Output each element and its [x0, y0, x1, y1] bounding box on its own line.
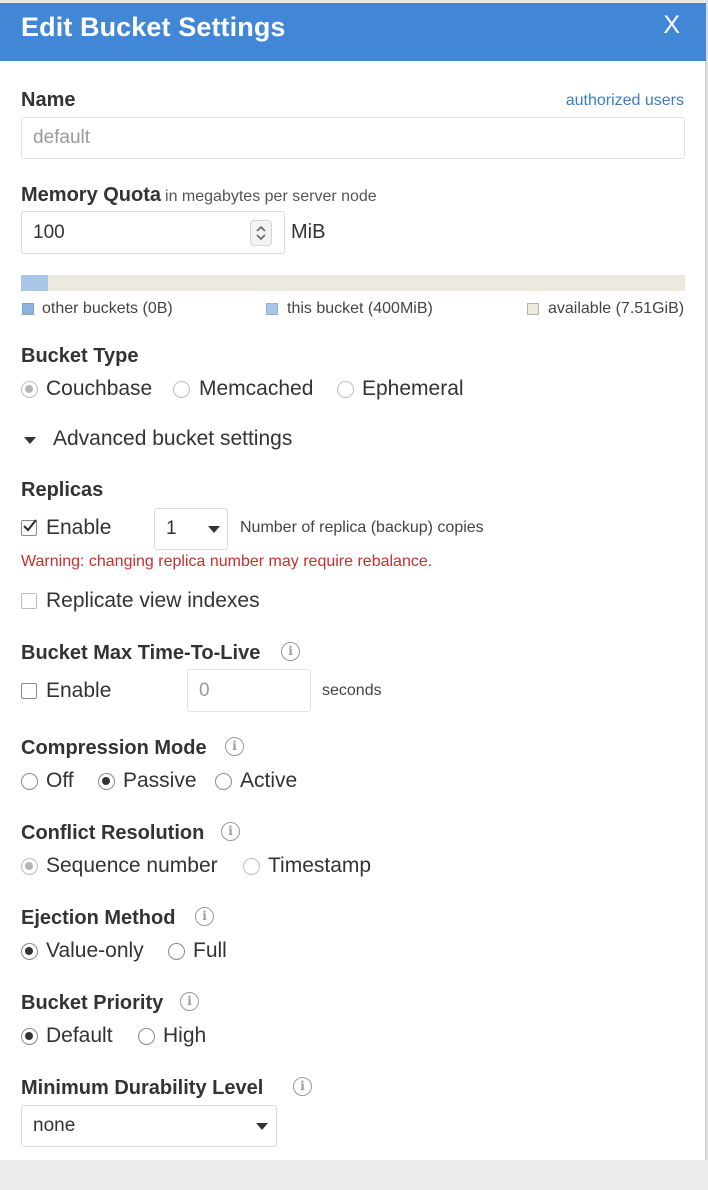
replicate-view-indexes-checkbox[interactable] [21, 593, 37, 609]
conflict-resolution-label: Conflict Resolution [21, 822, 205, 844]
compression-off-label: Off [46, 769, 74, 792]
memory-quota-title: Memory Quota [21, 184, 162, 206]
memory-quota-input[interactable]: 100 [21, 211, 285, 254]
durability-label: Minimum Durability Level [21, 1077, 264, 1099]
replicas-enable-checkbox[interactable] [21, 519, 37, 536]
conflict-sequence-radio[interactable] [21, 858, 38, 875]
stepper-arrows-icon [256, 225, 266, 241]
advanced-settings-toggle[interactable]: Advanced bucket settings [53, 427, 292, 451]
this-bucket-legend: this bucket (400MiB) [287, 300, 433, 317]
priority-high-radio[interactable] [138, 1028, 155, 1045]
bucket-type-ephemeral-label: Ephemeral [362, 377, 464, 400]
ejection-method-label: Ejection Method [21, 907, 176, 929]
conflict-timestamp-radio[interactable] [243, 858, 260, 875]
ejection-value-only-label: Value-only [46, 939, 144, 962]
replica-warning: Warning: changing replica number may req… [21, 553, 433, 570]
bucket-type-memcached-label: Memcached [199, 377, 314, 400]
compression-active-radio[interactable] [215, 773, 232, 790]
bucket-type-couchbase-radio[interactable] [21, 381, 38, 398]
durability-info-icon[interactable]: i [293, 1077, 312, 1096]
ttl-label: Bucket Max Time-To-Live [21, 642, 261, 664]
ejection-value-only-radio[interactable] [21, 943, 38, 960]
chevron-down-icon [256, 1123, 268, 1130]
compression-active-label: Active [240, 769, 298, 792]
conflict-resolution-info-icon[interactable]: i [221, 822, 240, 841]
replica-count-description: Number of replica (backup) copies [240, 519, 484, 536]
ttl-enable-label: Enable [46, 679, 112, 702]
replicas-enable-label: Enable [46, 516, 112, 539]
durability-value: none [33, 1115, 76, 1136]
ttl-seconds-input[interactable]: 0 [187, 669, 311, 712]
memory-usage-fill [21, 275, 48, 291]
bucket-type-memcached-radio[interactable] [173, 381, 190, 398]
available-swatch [527, 303, 539, 315]
compression-label: Compression Mode [21, 737, 207, 759]
chevron-down-icon [208, 526, 220, 533]
compression-info-icon[interactable]: i [225, 737, 244, 756]
number-stepper[interactable] [250, 220, 272, 246]
triangle-down-icon[interactable] [24, 437, 36, 444]
other-buckets-legend: other buckets (0B) [42, 300, 173, 317]
edit-bucket-dialog: Edit Bucket Settings X Name authorized u… [0, 0, 706, 1160]
compression-passive-label: Passive [123, 769, 197, 792]
priority-default-radio[interactable] [21, 1028, 38, 1045]
checkmark-icon [23, 519, 37, 532]
close-button[interactable]: X [663, 11, 680, 40]
compression-passive-radio[interactable] [98, 773, 115, 790]
replica-count-value: 1 [166, 518, 177, 539]
ejection-full-radio[interactable] [168, 943, 185, 960]
dialog-title: Edit Bucket Settings [21, 12, 286, 42]
bucket-type-ephemeral-radio[interactable] [337, 381, 354, 398]
conflict-sequence-label: Sequence number [46, 854, 218, 877]
memory-quota-value: 100 [33, 221, 65, 243]
replicate-view-indexes-label: Replicate view indexes [46, 589, 260, 612]
conflict-timestamp-label: Timestamp [268, 854, 372, 877]
memory-unit: MiB [291, 221, 326, 243]
authorized-users-link[interactable]: authorized users [566, 92, 684, 110]
memory-usage-bar [21, 275, 685, 291]
memory-quota-sublabel: in megabytes per server node [165, 188, 377, 205]
ejection-method-info-icon[interactable]: i [195, 907, 214, 926]
name-label: Name [21, 89, 76, 111]
available-legend: available (7.51GiB) [548, 300, 685, 317]
ttl-info-icon[interactable]: i [281, 642, 300, 661]
replica-count-select[interactable]: 1 [154, 508, 228, 550]
bucket-priority-info-icon[interactable]: i [180, 992, 199, 1011]
dialog-header: Edit Bucket Settings X [0, 0, 706, 61]
bucket-priority-label: Bucket Priority [21, 992, 164, 1014]
memory-quota-label: Memory Quota in megabytes per server node [21, 184, 377, 207]
this-bucket-swatch [266, 303, 278, 315]
bucket-type-couchbase-label: Couchbase [46, 377, 153, 400]
compression-off-radio[interactable] [21, 773, 38, 790]
ttl-enable-checkbox[interactable] [21, 683, 37, 699]
page-background-strip [0, 1160, 708, 1190]
priority-high-label: High [163, 1024, 207, 1047]
durability-select[interactable]: none [21, 1105, 277, 1147]
bucket-type-label: Bucket Type [21, 345, 139, 367]
bucket-name-input[interactable]: default [21, 117, 685, 159]
priority-default-label: Default [46, 1024, 113, 1047]
ejection-full-label: Full [193, 939, 227, 962]
replicas-label: Replicas [21, 479, 104, 501]
ttl-unit: seconds [322, 682, 382, 699]
other-buckets-swatch [22, 303, 34, 315]
